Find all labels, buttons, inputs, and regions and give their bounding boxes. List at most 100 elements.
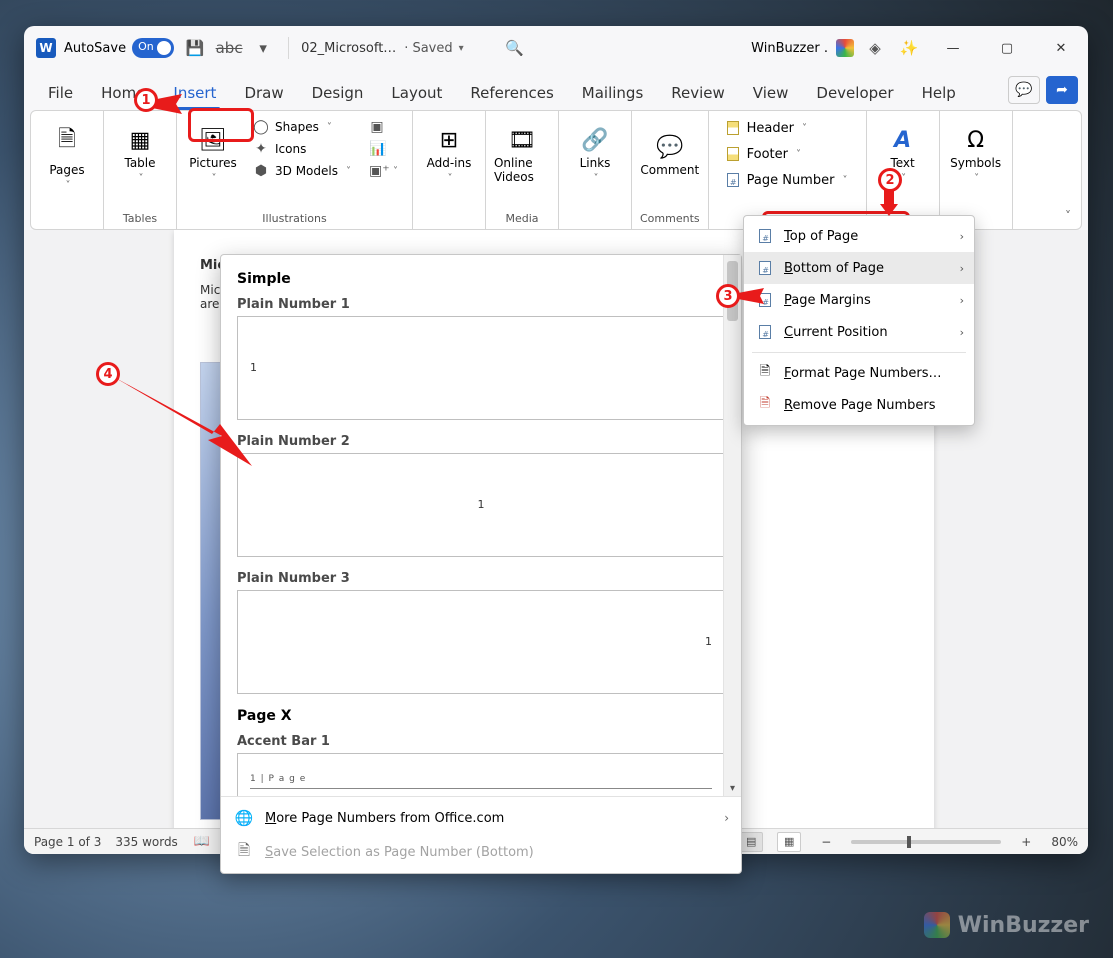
close-button[interactable]: ✕ — [1038, 30, 1084, 66]
zoom-in-button[interactable]: + — [1021, 835, 1031, 849]
symbols-button[interactable]: Ω Symbols˅ — [948, 117, 1004, 195]
autosave-toggle[interactable]: AutoSave On — [64, 38, 174, 58]
tab-review[interactable]: Review — [657, 78, 739, 108]
format-icon: 🗎 — [756, 364, 774, 382]
group-comments: 💬 Comment Comments — [632, 111, 709, 229]
icons-button[interactable]: ✦Icons — [247, 139, 357, 159]
autosave-label: AutoSave — [64, 41, 126, 56]
pn-page-margins[interactable]: Page Margins › — [744, 284, 974, 316]
save-icon: 🗎 — [235, 843, 253, 861]
group-pages: 🗎 Pages˅ — [31, 111, 104, 229]
chevron-right-icon: › — [960, 326, 964, 339]
print-layout-button[interactable]: ▤ — [739, 832, 763, 852]
pn-format-numbers[interactable]: 🗎 Format Page Numbers… — [744, 357, 974, 389]
tab-insert[interactable]: Insert — [159, 78, 230, 108]
group-header-footer: Header˅ Footer˅ Page Number˅ — [709, 111, 867, 229]
smartart-button[interactable]: ▣ — [363, 117, 404, 137]
save-icon[interactable]: 💾 — [182, 35, 208, 61]
table-button[interactable]: ▦ Table˅ — [112, 117, 168, 195]
pages-icon: 🗎 — [58, 122, 76, 160]
page-number-gallery: Simple Plain Number 1 1 Plain Number 2 1… — [220, 254, 742, 874]
tab-file[interactable]: File — [34, 78, 87, 108]
gallery-item-plain3[interactable]: 1 — [237, 590, 725, 694]
remove-icon: 🗎 — [756, 396, 774, 414]
status-words[interactable]: 335 words — [115, 835, 177, 849]
screenshot-button[interactable]: ▣⁺˅ — [363, 161, 404, 181]
document-title[interactable]: 02_Microsoft… — [301, 41, 396, 56]
tab-help[interactable]: Help — [908, 78, 970, 108]
diamond-premium-icon[interactable]: ◈ — [862, 35, 888, 61]
smartart-icon: ▣ — [369, 119, 385, 135]
pn-remove-numbers[interactable]: 🗎 Remove Page Numbers — [744, 389, 974, 421]
footer-button[interactable]: Footer˅ — [717, 143, 858, 165]
pn-bottom-of-page[interactable]: Bottom of Page › — [744, 252, 974, 284]
tab-developer[interactable]: Developer — [802, 78, 907, 108]
gallery-item-plain2[interactable]: 1 — [237, 453, 725, 557]
gallery-scrollbar[interactable]: ▾ — [723, 255, 741, 796]
online-videos-button[interactable]: 🎞 Online Videos — [494, 117, 550, 195]
tab-view[interactable]: View — [739, 78, 803, 108]
shapes-button[interactable]: ◯Shapes˅ — [247, 117, 357, 137]
zoom-out-button[interactable]: − — [821, 835, 831, 849]
links-button[interactable]: 🔗 Links˅ — [567, 117, 623, 195]
gallery-item-accent1[interactable]: 1 | P a g e — [237, 753, 725, 796]
maximize-button[interactable]: ▢ — [984, 30, 1030, 66]
strikethrough-icon[interactable]: abc — [216, 35, 242, 61]
gallery-item-plain2-label: Plain Number 2 — [237, 434, 725, 449]
group-tables: ▦ Table˅ Tables — [104, 111, 177, 229]
ribbon-insert: 🗎 Pages˅ ▦ Table˅ Tables 🖼 Pictures˅ — [30, 110, 1082, 230]
status-page[interactable]: Page 1 of 3 — [34, 835, 101, 849]
globe-icon: 🌐 — [235, 809, 253, 827]
qat-customize-icon[interactable]: ▾ — [250, 35, 276, 61]
header-button[interactable]: Header˅ — [717, 117, 858, 139]
gallery-more-from-office[interactable]: 🌐 More Page Numbers from Office.com › — [221, 801, 741, 835]
page-icon — [756, 259, 774, 277]
pn-top-of-page[interactable]: Top of Page › — [744, 220, 974, 252]
page-icon — [756, 291, 774, 309]
tab-references[interactable]: References — [456, 78, 567, 108]
tab-layout[interactable]: Layout — [377, 78, 456, 108]
comment-button[interactable]: 💬 Comment — [642, 117, 698, 195]
menu-separator — [752, 352, 966, 353]
pictures-icon: 🖼 — [199, 128, 227, 153]
save-status[interactable]: · Saved ▾ — [404, 41, 463, 56]
zoom-slider[interactable] — [851, 840, 1001, 844]
header-icon — [725, 120, 741, 136]
watermark-logo-icon — [924, 912, 950, 938]
gallery-item-plain1[interactable]: 1 — [237, 316, 725, 420]
addins-button[interactable]: ⊞ Add-ins˅ — [421, 117, 477, 195]
minimize-button[interactable]: — — [930, 30, 976, 66]
web-layout-button[interactable]: ▦ — [777, 832, 801, 852]
tab-draw[interactable]: Draw — [230, 78, 297, 108]
annotation-marker-3: 3 — [716, 284, 740, 308]
gallery-section-pagex: Page X — [237, 708, 725, 724]
gallery-item-accent1-label: Accent Bar 1 — [237, 734, 725, 749]
share-button[interactable]: ➦ — [1046, 76, 1078, 104]
3d-models-icon: ⬢ — [253, 163, 269, 179]
pn-current-position[interactable]: Current Position › — [744, 316, 974, 348]
autosave-switch[interactable]: On — [132, 38, 174, 58]
search-icon[interactable]: 🔍 — [502, 35, 528, 61]
spellcheck-icon[interactable]: 📖 — [192, 833, 212, 851]
chart-button[interactable]: 📊 — [363, 139, 404, 159]
page-number-button[interactable]: Page Number˅ — [717, 169, 858, 191]
tab-mailings[interactable]: Mailings — [568, 78, 657, 108]
tab-design[interactable]: Design — [298, 78, 378, 108]
page-icon — [756, 227, 774, 245]
group-text: A Text˅ — [867, 111, 940, 229]
ribbon-tabs: File Home Insert Draw Design Layout Refe… — [24, 70, 1088, 108]
gallery-section-simple: Simple — [237, 271, 725, 287]
pictures-button[interactable]: 🖼 Pictures˅ — [185, 117, 241, 195]
icons-icon: ✦ — [253, 141, 269, 157]
shapes-icon: ◯ — [253, 119, 269, 135]
account-avatar-icon[interactable] — [836, 39, 854, 57]
zoom-level[interactable]: 80% — [1051, 835, 1078, 849]
magic-eraser-icon[interactable]: ✨ — [896, 35, 922, 61]
collapse-ribbon-button[interactable]: ˅ — [1057, 205, 1079, 227]
3d-models-button[interactable]: ⬢3D Models˅ — [247, 161, 357, 181]
annotation-marker-2: 2 — [878, 168, 902, 192]
comments-pane-button[interactable]: 💬 — [1008, 76, 1040, 104]
group-media: 🎞 Online Videos Media — [486, 111, 559, 229]
pages-button[interactable]: 🗎 Pages˅ — [39, 117, 95, 195]
account-name[interactable]: WinBuzzer . — [751, 41, 828, 56]
